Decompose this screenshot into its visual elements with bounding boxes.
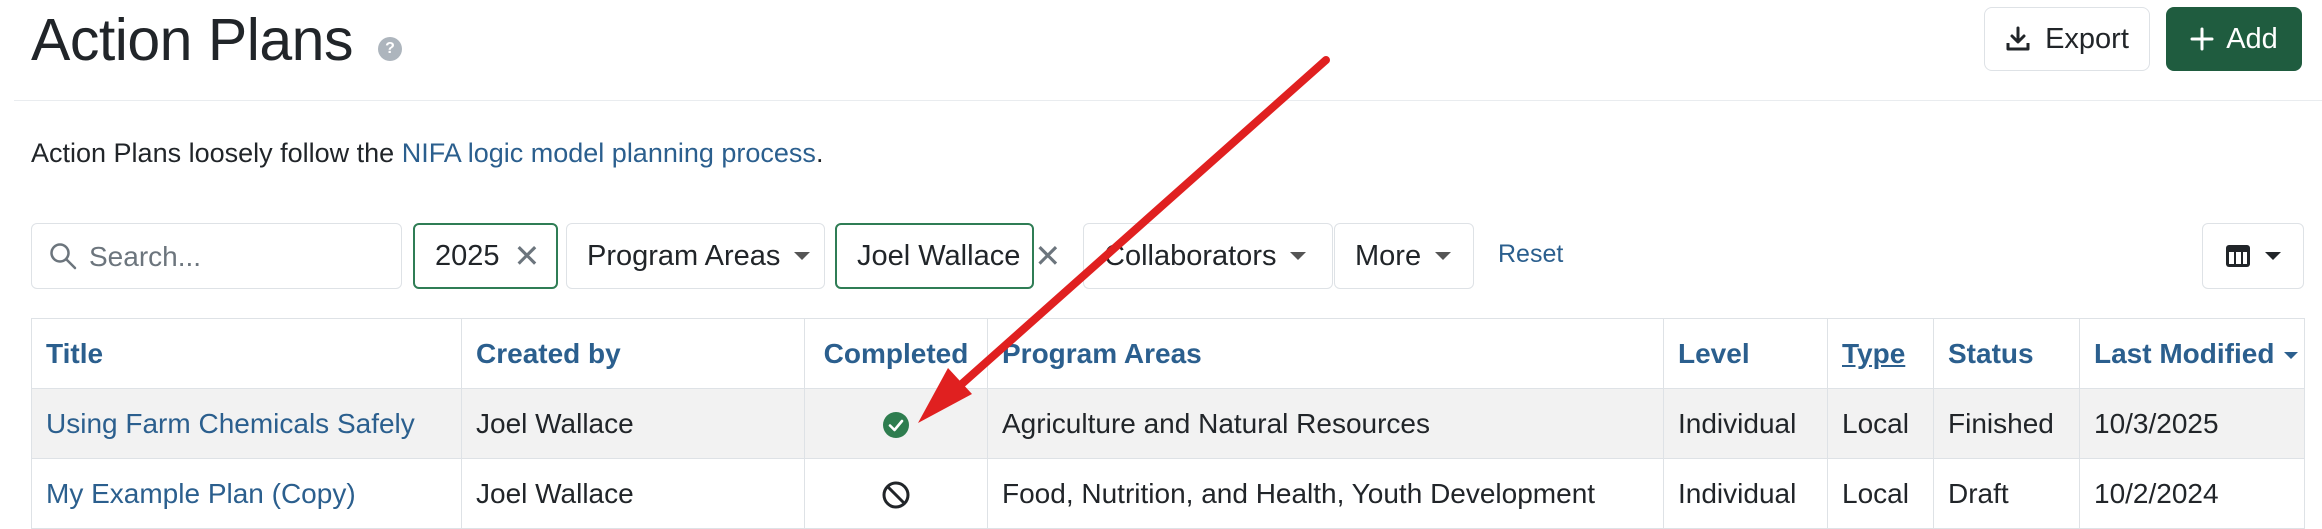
column-header-status[interactable]: Status: [1933, 318, 2080, 389]
page-title: Action Plans: [31, 7, 353, 73]
action-plans-table: Title Created by Completed Program Areas…: [31, 318, 2305, 529]
creator-filter-value: Joel Wallace: [857, 239, 1021, 272]
collaborators-filter[interactable]: Collaborators: [1083, 223, 1333, 289]
creator-filter[interactable]: Joel Wallace ✕: [835, 223, 1061, 289]
not-allowed-icon: [882, 481, 910, 509]
search-input[interactable]: [87, 234, 391, 280]
plus-icon: [2190, 27, 2214, 51]
program-areas-filter[interactable]: Program Areas: [566, 223, 825, 289]
help-icon[interactable]: ?: [378, 37, 402, 61]
chevron-down-icon: [2265, 252, 2281, 260]
header-divider: [14, 100, 2322, 101]
column-header-level[interactable]: Level: [1663, 318, 1828, 389]
column-header-type[interactable]: Type: [1827, 318, 1934, 389]
column-header-title[interactable]: Title: [31, 318, 462, 389]
year-filter-value: 2025: [435, 239, 500, 272]
level-cell: Individual: [1663, 388, 1828, 459]
plan-title-link[interactable]: My Example Plan (Copy): [46, 478, 356, 509]
chevron-down-icon: [794, 252, 811, 260]
intro-text-after: .: [815, 138, 824, 168]
nifa-logic-model-link[interactable]: NIFA logic model planning process: [402, 138, 816, 168]
column-header-completed[interactable]: Completed: [804, 318, 988, 389]
table-row[interactable]: Using Farm Chemicals Safely Joel Wallace…: [31, 388, 2305, 459]
table-header-row: Title Created by Completed Program Areas…: [31, 318, 2305, 389]
clear-year-icon[interactable]: ✕: [514, 240, 541, 272]
completed-cell: [804, 458, 988, 529]
search-icon: [50, 243, 77, 270]
chevron-down-icon: [1435, 252, 1452, 260]
program-areas-cell: Agriculture and Natural Resources: [987, 388, 1664, 459]
status-cell: Finished: [1933, 388, 2080, 459]
intro-text-before: Action Plans loosely follow the: [31, 138, 402, 168]
more-filter[interactable]: More: [1334, 223, 1474, 289]
column-toggle-button[interactable]: [2202, 223, 2304, 289]
column-header-last-modified[interactable]: Last Modified: [2079, 318, 2305, 389]
last-modified-cell: 10/2/2024: [2079, 458, 2305, 529]
type-cell: Local: [1827, 388, 1934, 459]
created-by-cell: Joel Wallace: [461, 388, 805, 459]
sort-desc-icon: [2284, 351, 2299, 359]
collaborators-filter-label: Collaborators: [1104, 239, 1277, 272]
table-columns-icon: [2226, 245, 2250, 267]
export-button[interactable]: Export: [1984, 7, 2150, 71]
intro-text: Action Plans loosely follow the NIFA log…: [31, 133, 823, 173]
level-cell: Individual: [1663, 458, 1828, 529]
plan-title-link[interactable]: Using Farm Chemicals Safely: [46, 408, 415, 439]
type-cell: Local: [1827, 458, 1934, 529]
chevron-down-icon: [1290, 252, 1307, 260]
check-circle-icon: [883, 412, 909, 439]
table-row[interactable]: My Example Plan (Copy) Joel Wallace Food…: [31, 458, 2305, 529]
completed-cell: [804, 388, 988, 459]
year-filter[interactable]: 2025 ✕: [413, 223, 558, 289]
column-header-program-areas[interactable]: Program Areas: [987, 318, 1664, 389]
status-cell: Draft: [1933, 458, 2080, 529]
page-header: Action Plans ? Export Add: [0, 0, 2322, 100]
program-areas-cell: Food, Nutrition, and Health, Youth Devel…: [987, 458, 1664, 529]
program-areas-filter-label: Program Areas: [587, 239, 781, 272]
column-header-created-by[interactable]: Created by: [461, 318, 805, 389]
reset-filters-link[interactable]: Reset: [1498, 240, 1563, 269]
search-box: [31, 223, 402, 289]
download-icon: [2006, 26, 2030, 51]
clear-creator-icon[interactable]: ✕: [1034, 240, 1061, 272]
add-label: Add: [2226, 22, 2278, 55]
last-modified-cell: 10/3/2025: [2079, 388, 2305, 459]
export-label: Export: [2045, 22, 2129, 55]
more-filter-label: More: [1355, 239, 1422, 272]
add-button[interactable]: Add: [2166, 7, 2302, 71]
created-by-cell: Joel Wallace: [461, 458, 805, 529]
